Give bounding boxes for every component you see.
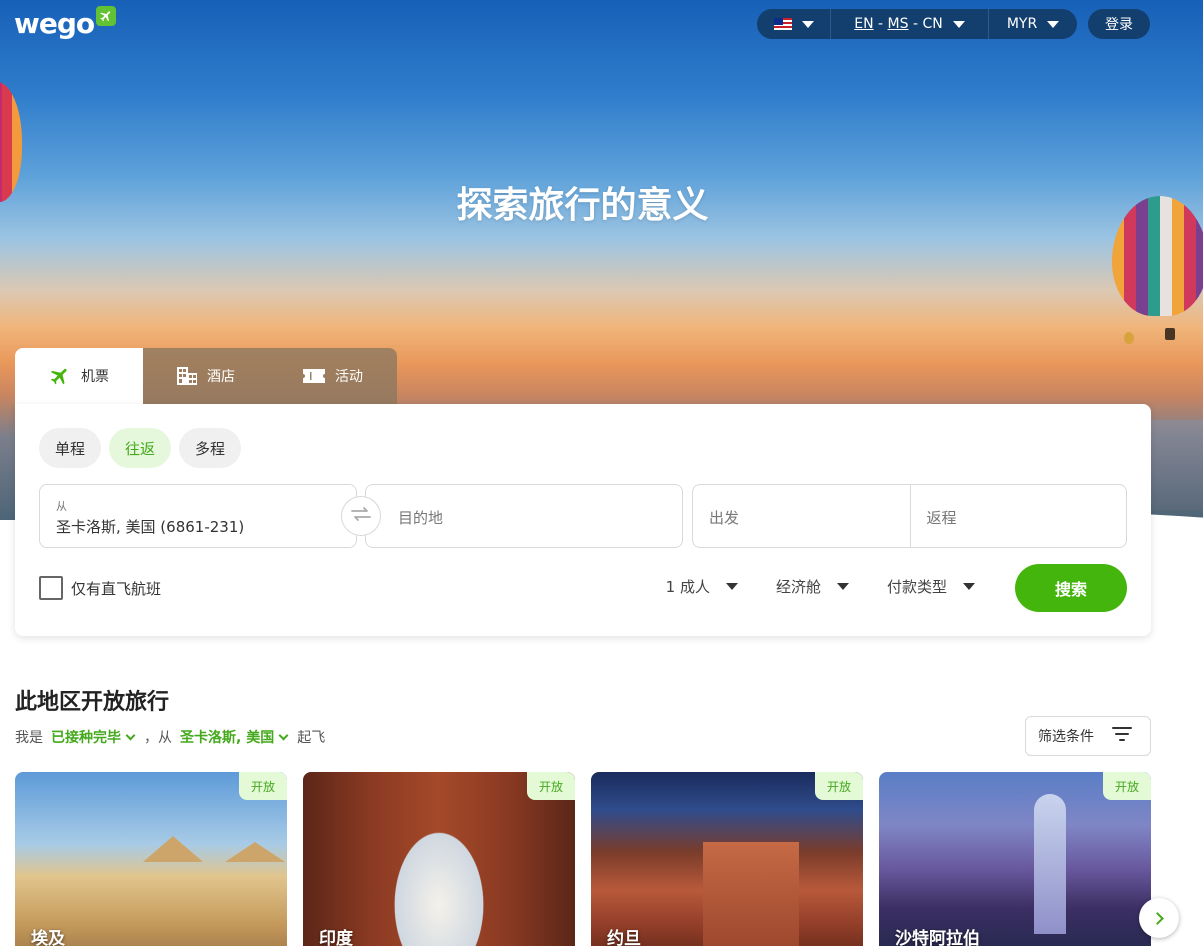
lang-ms[interactable]: MS (888, 16, 909, 32)
trip-type-multi-city[interactable]: 多程 (179, 428, 242, 468)
tab-flights[interactable]: 机票 (15, 348, 143, 404)
chevron-down-icon (963, 583, 975, 590)
tab-hotels[interactable]: 酒店 (143, 348, 269, 404)
destination-card-jordan[interactable]: 开放 约旦 (591, 772, 863, 946)
status-badge: 开放 (1103, 772, 1151, 800)
currency-selector[interactable]: MYR (989, 9, 1077, 39)
vaccination-status-dropdown[interactable]: 已接种完毕 (51, 727, 140, 747)
origin-city-value: 圣卡洛斯, 美国 (180, 730, 275, 746)
logo-plane-icon (96, 6, 117, 26)
filter-suffix: 起飞 (297, 730, 326, 746)
origin-value: 圣卡洛斯, 美国 (6861-231) (56, 518, 245, 536)
destination-name: 约旦 (607, 929, 641, 946)
direct-flights-checkbox[interactable] (39, 576, 63, 600)
tab-group: 酒店 活动 (143, 348, 397, 404)
login-button[interactable]: 登录 (1088, 9, 1150, 39)
destination-placeholder: 目的地 (398, 509, 444, 527)
chevron-down-icon (836, 583, 849, 590)
pyramid-shape (143, 836, 203, 862)
chevron-right-icon (1151, 911, 1164, 925)
destination-name: 埃及 (31, 929, 65, 946)
pyramid-shape (225, 842, 285, 862)
depart-date-field[interactable]: 出发 (693, 485, 910, 547)
kingdom-tower (1034, 794, 1066, 934)
lang-en[interactable]: EN (854, 16, 873, 32)
tab-label: 活动 (335, 369, 363, 385)
passengers-select[interactable]: 1 成人 (666, 576, 738, 597)
date-range-field: 出发 返程 (692, 484, 1127, 548)
chevron-down-icon (278, 730, 289, 740)
tab-activities[interactable]: 活动 (269, 348, 397, 404)
swap-arrows-icon (350, 506, 372, 526)
country-selector[interactable] (757, 9, 831, 39)
section-title: 此地区开放旅行 (15, 690, 170, 715)
logo-text: wego (14, 7, 95, 40)
filter-button[interactable]: 筛选条件 (1025, 716, 1151, 756)
locale-bar: EN - MS - CN MYR (757, 9, 1077, 39)
origin-label: 从 (56, 500, 67, 513)
destination-card-saudi-arabia[interactable]: 开放 沙特阿拉伯 (879, 772, 1151, 946)
petra-facade (703, 842, 799, 946)
chevron-down-icon (725, 583, 738, 590)
passengers-value: 1 成人 (665, 578, 710, 596)
direct-flights-label: 仅有直飞航班 (71, 579, 162, 598)
status-badge: 开放 (815, 772, 863, 800)
flight-search-panel: 单程 往返 多程 从 圣卡洛斯, 美国 (6861-231) 目的地 出发 返程… (15, 404, 1151, 636)
cabin-class-select[interactable]: 经济舱 (776, 576, 849, 597)
hero-title: 探索旅行的意义 (456, 185, 709, 226)
direct-flights-option[interactable]: 仅有直飞航班 (39, 576, 161, 600)
traveller-filter-line: 我是 已接种完毕 ，从 圣卡洛斯, 美国 起飞 (15, 727, 325, 747)
origin-field[interactable]: 从 圣卡洛斯, 美国 (6861-231) (39, 484, 357, 548)
search-button[interactable]: 搜索 (1015, 564, 1127, 612)
chevron-down-icon (801, 20, 814, 28)
balloon-basket (1165, 328, 1175, 340)
lang-cn[interactable]: CN (922, 16, 942, 32)
destination-name: 印度 (319, 929, 353, 946)
lang-separator: - (908, 16, 923, 32)
airplane-icon (49, 365, 71, 387)
chevron-down-icon (952, 20, 965, 28)
malaysia-flag-icon (773, 18, 792, 30)
destination-name: 沙特阿拉伯 (895, 929, 980, 946)
payment-type-select[interactable]: 付款类型 (887, 576, 975, 597)
chevron-down-icon (1047, 20, 1060, 28)
lang-separator: - (873, 16, 888, 32)
filter-prefix: 我是 (15, 730, 43, 746)
filter-label: 筛选条件 (1038, 729, 1094, 745)
tab-label: 机票 (81, 369, 109, 385)
return-date-field[interactable]: 返程 (909, 485, 1127, 547)
search-options: 1 成人 经济舱 付款类型 (666, 576, 975, 597)
trip-type-round-trip[interactable]: 往返 (109, 428, 172, 468)
trip-type-selector: 单程 往返 多程 (39, 428, 242, 468)
ticket-icon (303, 369, 325, 383)
status-badge: 开放 (527, 772, 575, 800)
tab-label: 酒店 (207, 369, 235, 385)
destination-card-india[interactable]: 开放 印度 (303, 772, 575, 946)
status-badge: 开放 (239, 772, 287, 800)
currency-label: MYR (1006, 16, 1038, 32)
destination-field[interactable]: 目的地 (365, 484, 683, 548)
search-tabs: 机票 酒店 活动 (15, 348, 397, 404)
chevron-down-icon (125, 730, 136, 740)
destination-card-egypt[interactable]: 开放 埃及 (15, 772, 287, 946)
vaccination-status-value: 已接种完毕 (51, 730, 121, 746)
destination-cards: 开放 埃及 开放 印度 开放 约旦 开放 沙特阿拉伯 (15, 772, 1151, 946)
distant-balloon (1124, 332, 1134, 344)
swap-button[interactable] (341, 496, 381, 536)
language-selector[interactable]: EN - MS - CN (831, 9, 989, 39)
origin-city-dropdown[interactable]: 圣卡洛斯, 美国 (180, 727, 293, 747)
return-placeholder: 返程 (926, 509, 957, 527)
filter-comma: ，从 (144, 730, 172, 746)
payment-type-value: 付款类型 (886, 578, 947, 596)
trip-type-one-way[interactable]: 单程 (39, 428, 102, 468)
filter-icon (1112, 727, 1132, 745)
carousel-next-button[interactable] (1139, 898, 1179, 938)
hotel-icon (177, 367, 197, 385)
cabin-class-value: 经济舱 (775, 578, 821, 596)
depart-placeholder: 出发 (709, 509, 740, 527)
wego-logo[interactable]: wego (14, 6, 117, 40)
